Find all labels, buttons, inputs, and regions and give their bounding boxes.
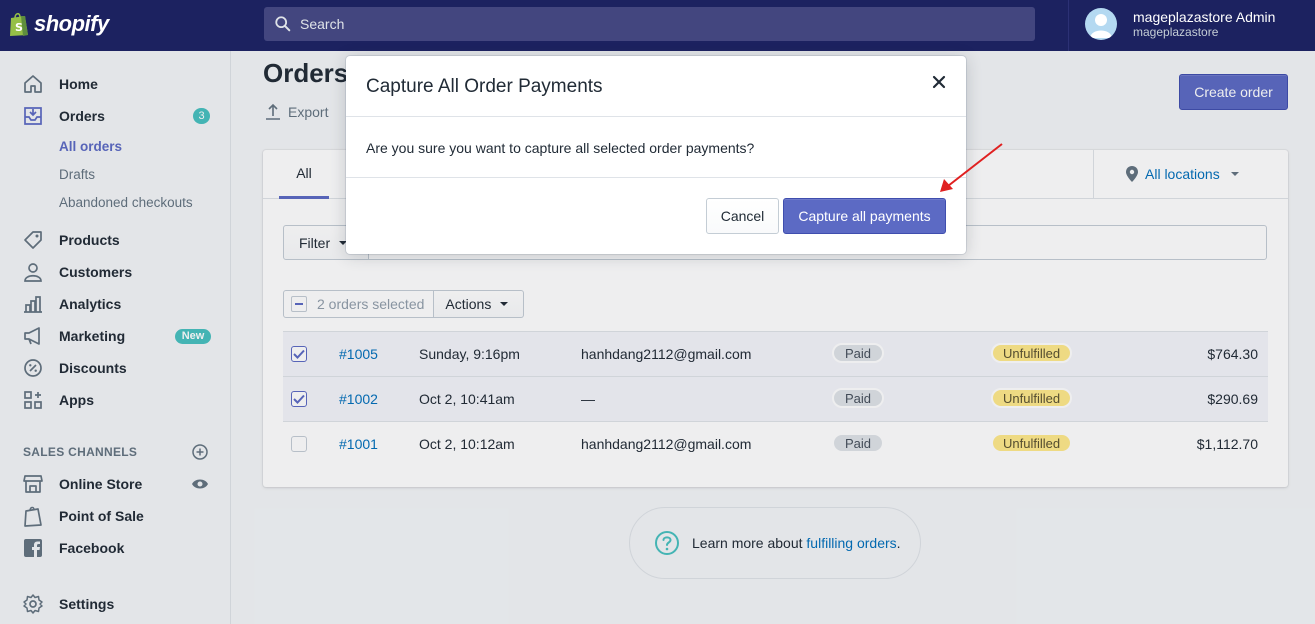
close-button[interactable] bbox=[929, 72, 949, 92]
user-avatar-icon bbox=[1090, 14, 1112, 38]
user-store: mageplazastore bbox=[1133, 25, 1219, 39]
capture-payments-modal: Capture All Order Payments Are you sure … bbox=[346, 56, 966, 254]
close-icon bbox=[932, 75, 946, 89]
shopify-logo[interactable]: S shopify bbox=[8, 11, 109, 37]
cancel-button[interactable]: Cancel bbox=[706, 198, 779, 234]
modal-title: Capture All Order Payments bbox=[366, 76, 603, 97]
search-icon bbox=[275, 16, 291, 32]
user-menu[interactable]: mageplazastore Admin mageplazastore bbox=[1085, 8, 1275, 40]
top-bar: S shopify Search mageplazastore Admin ma… bbox=[0, 0, 1315, 51]
modal-footer-divider bbox=[346, 177, 966, 178]
topbar-divider bbox=[1068, 0, 1069, 51]
capture-all-payments-button[interactable]: Capture all payments bbox=[783, 198, 946, 234]
search-input[interactable]: Search bbox=[264, 7, 1035, 41]
avatar bbox=[1085, 8, 1117, 40]
modal-header: Capture All Order Payments bbox=[346, 56, 966, 117]
search-placeholder: Search bbox=[300, 16, 345, 32]
user-name: mageplazastore Admin bbox=[1133, 9, 1276, 25]
modal-message: Are you sure you want to capture all sel… bbox=[366, 140, 755, 156]
shopify-bag-icon: S bbox=[10, 12, 28, 36]
svg-text:S: S bbox=[15, 21, 23, 34]
logo-text: shopify bbox=[34, 11, 109, 36]
annotation-arrow-icon bbox=[940, 143, 1003, 192]
